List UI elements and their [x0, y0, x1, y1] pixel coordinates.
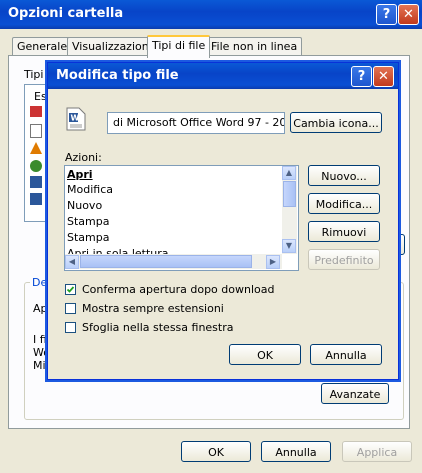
- set-default-button[interactable]: Predefinito: [308, 249, 380, 270]
- horizontal-scrollbar[interactable]: ◀ ▶: [65, 254, 282, 269]
- checkbox-confirm-open[interactable]: [65, 284, 76, 295]
- dialog-cancel-button[interactable]: Annulla: [310, 344, 382, 365]
- scroll-thumb[interactable]: [283, 181, 296, 207]
- close-button[interactable]: ✕: [398, 4, 419, 25]
- document-icon: [30, 124, 42, 138]
- actions-list[interactable]: Apri Modifica Nuovo Stampa Stampa Apri i…: [64, 165, 299, 271]
- cancel-button[interactable]: Annulla: [261, 441, 331, 462]
- vlc-cone-icon: [30, 142, 42, 154]
- action-item[interactable]: Stampa: [67, 231, 109, 244]
- action-item[interactable]: Stampa: [67, 215, 109, 228]
- action-item[interactable]: Modifica: [67, 183, 113, 196]
- word-document-icon: W: [66, 107, 86, 131]
- new-action-button[interactable]: Nuovo...: [308, 165, 380, 186]
- window-title: Opzioni cartella: [8, 6, 124, 21]
- svg-text:W: W: [71, 114, 80, 123]
- checkbox-label[interactable]: Conferma apertura dopo download: [82, 283, 274, 296]
- scroll-left-icon[interactable]: ◀: [65, 255, 79, 269]
- tab-offline-files[interactable]: File non in linea: [206, 37, 303, 56]
- action-item[interactable]: Nuovo: [67, 199, 102, 212]
- change-icon-button[interactable]: Cambia icona...: [290, 112, 382, 133]
- dialog-help-button[interactable]: ?: [351, 66, 372, 87]
- help-button[interactable]: ?: [376, 4, 397, 25]
- checkbox-label[interactable]: Mostra sempre estensioni: [82, 302, 224, 315]
- scroll-right-icon[interactable]: ▶: [266, 255, 280, 269]
- tab-general[interactable]: Generale: [12, 37, 73, 56]
- word-doc-icon: [30, 176, 42, 188]
- edit-action-button[interactable]: Modifica...: [308, 193, 380, 214]
- dialog-titlebar[interactable]: Modifica tipo file ? ✕: [48, 63, 398, 89]
- apply-button[interactable]: Applica: [342, 441, 412, 462]
- scroll-thumb-horizontal[interactable]: [80, 255, 252, 268]
- scroll-down-icon[interactable]: ▼: [282, 239, 296, 253]
- file-type-name-field[interactable]: di Microsoft Office Word 97 - 2003: [107, 112, 285, 134]
- action-item[interactable]: Apri: [67, 168, 93, 181]
- window-titlebar[interactable]: Opzioni cartella ? ✕: [0, 0, 422, 29]
- dialog-close-button[interactable]: ✕: [373, 66, 394, 87]
- scroll-up-icon[interactable]: ▲: [282, 166, 296, 180]
- dialog-ok-button[interactable]: OK: [229, 344, 301, 365]
- checkbox-label[interactable]: Sfoglia nella stessa finestra: [82, 321, 234, 334]
- checkbox-same-window[interactable]: [65, 322, 76, 333]
- remove-action-button[interactable]: Rimuovi: [308, 221, 380, 242]
- globe-icon: [30, 160, 42, 172]
- word-doc-icon: [30, 193, 42, 205]
- vertical-scrollbar[interactable]: ▲ ▼: [282, 166, 297, 254]
- tab-file-types[interactable]: Tipi di file: [147, 35, 211, 58]
- dialog-title: Modifica tipo file: [56, 68, 179, 83]
- advanced-button[interactable]: Avanzate: [321, 383, 389, 404]
- actions-label: Azioni:: [65, 151, 102, 164]
- file-icon: [30, 106, 42, 117]
- checkbox-show-extension[interactable]: [65, 303, 76, 314]
- ok-button[interactable]: OK: [181, 441, 251, 462]
- edit-file-type-dialog: Modifica tipo file ? ✕ W di Microsoft Of…: [47, 62, 399, 380]
